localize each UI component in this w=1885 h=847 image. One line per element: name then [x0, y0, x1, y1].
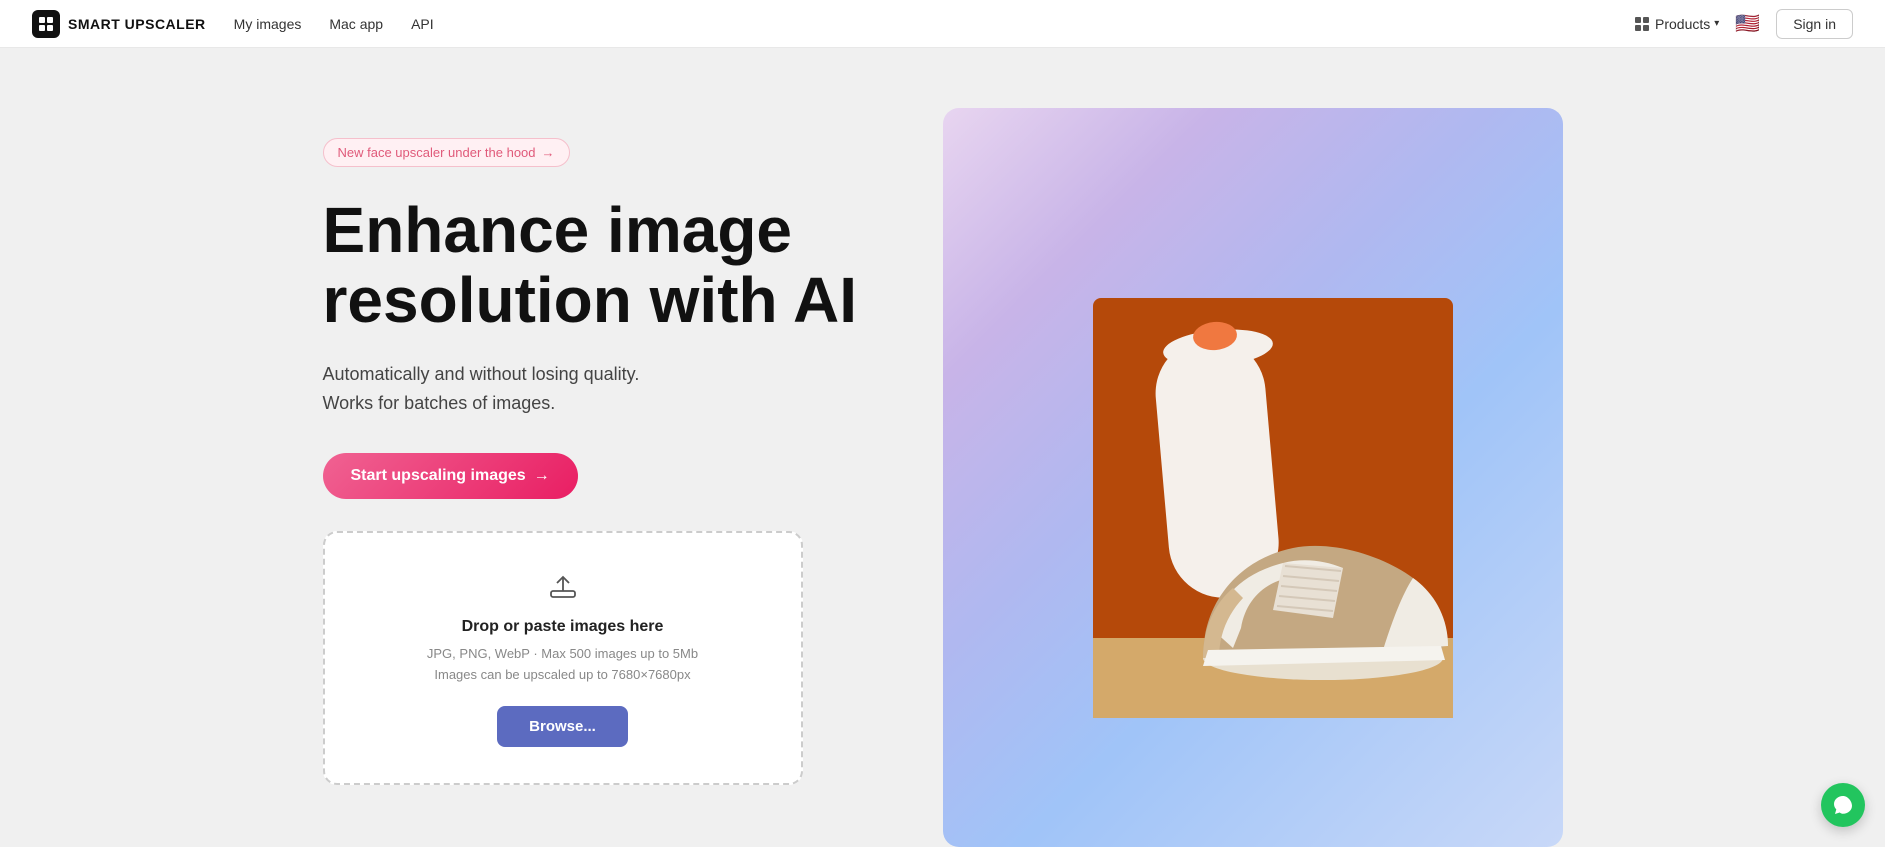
browse-button[interactable]: Browse... [497, 706, 628, 747]
logo[interactable]: SMART UPSCALER [32, 10, 206, 38]
hero-title: Enhance image resolution with AI [323, 195, 883, 336]
dropzone: Drop or paste images here JPG, PNG, WebP… [323, 531, 803, 785]
language-flag[interactable]: 🇺🇸 [1735, 11, 1760, 36]
cta-arrow: → [534, 467, 550, 485]
upload-icon [357, 569, 769, 606]
badge-arrow: → [542, 145, 555, 160]
hero-image-panel [943, 108, 1563, 847]
promo-badge[interactable]: New face upscaler under the hood → [323, 138, 570, 167]
sign-in-button[interactable]: Sign in [1776, 9, 1853, 39]
products-label: Products [1655, 16, 1710, 32]
logo-icon [32, 10, 60, 38]
grid-icon [1635, 17, 1649, 31]
nav-my-images[interactable]: My images [234, 16, 302, 32]
hero-section: New face upscaler under the hood → Enhan… [323, 108, 883, 785]
drop-title: Drop or paste images here [357, 618, 769, 636]
products-dropdown[interactable]: Products ▾ [1635, 16, 1719, 32]
nav-api[interactable]: API [411, 16, 434, 32]
cta-label: Start upscaling images [351, 467, 526, 485]
chevron-down-icon: ▾ [1714, 18, 1719, 29]
nav-mac-app[interactable]: Mac app [329, 16, 383, 32]
logo-text: SMART UPSCALER [68, 16, 206, 32]
hero-subtitle: Automatically and without losing quality… [323, 360, 803, 418]
nav-right: Products ▾ 🇺🇸 Sign in [1635, 9, 1853, 39]
drop-subtitle: JPG, PNG, WebP · Max 500 images up to 5M… [357, 644, 769, 686]
badge-text: New face upscaler under the hood [338, 145, 536, 160]
nav-left: SMART UPSCALER My images Mac app API [32, 10, 434, 38]
upload-svg [547, 569, 579, 601]
main-content: New face upscaler under the hood → Enhan… [243, 48, 1643, 847]
navbar: SMART UPSCALER My images Mac app API Pro… [0, 0, 1885, 48]
chat-button[interactable] [1821, 783, 1865, 827]
start-upscaling-button[interactable]: Start upscaling images → [323, 453, 578, 499]
chat-icon [1832, 794, 1854, 816]
hero-illustration [1033, 218, 1473, 738]
